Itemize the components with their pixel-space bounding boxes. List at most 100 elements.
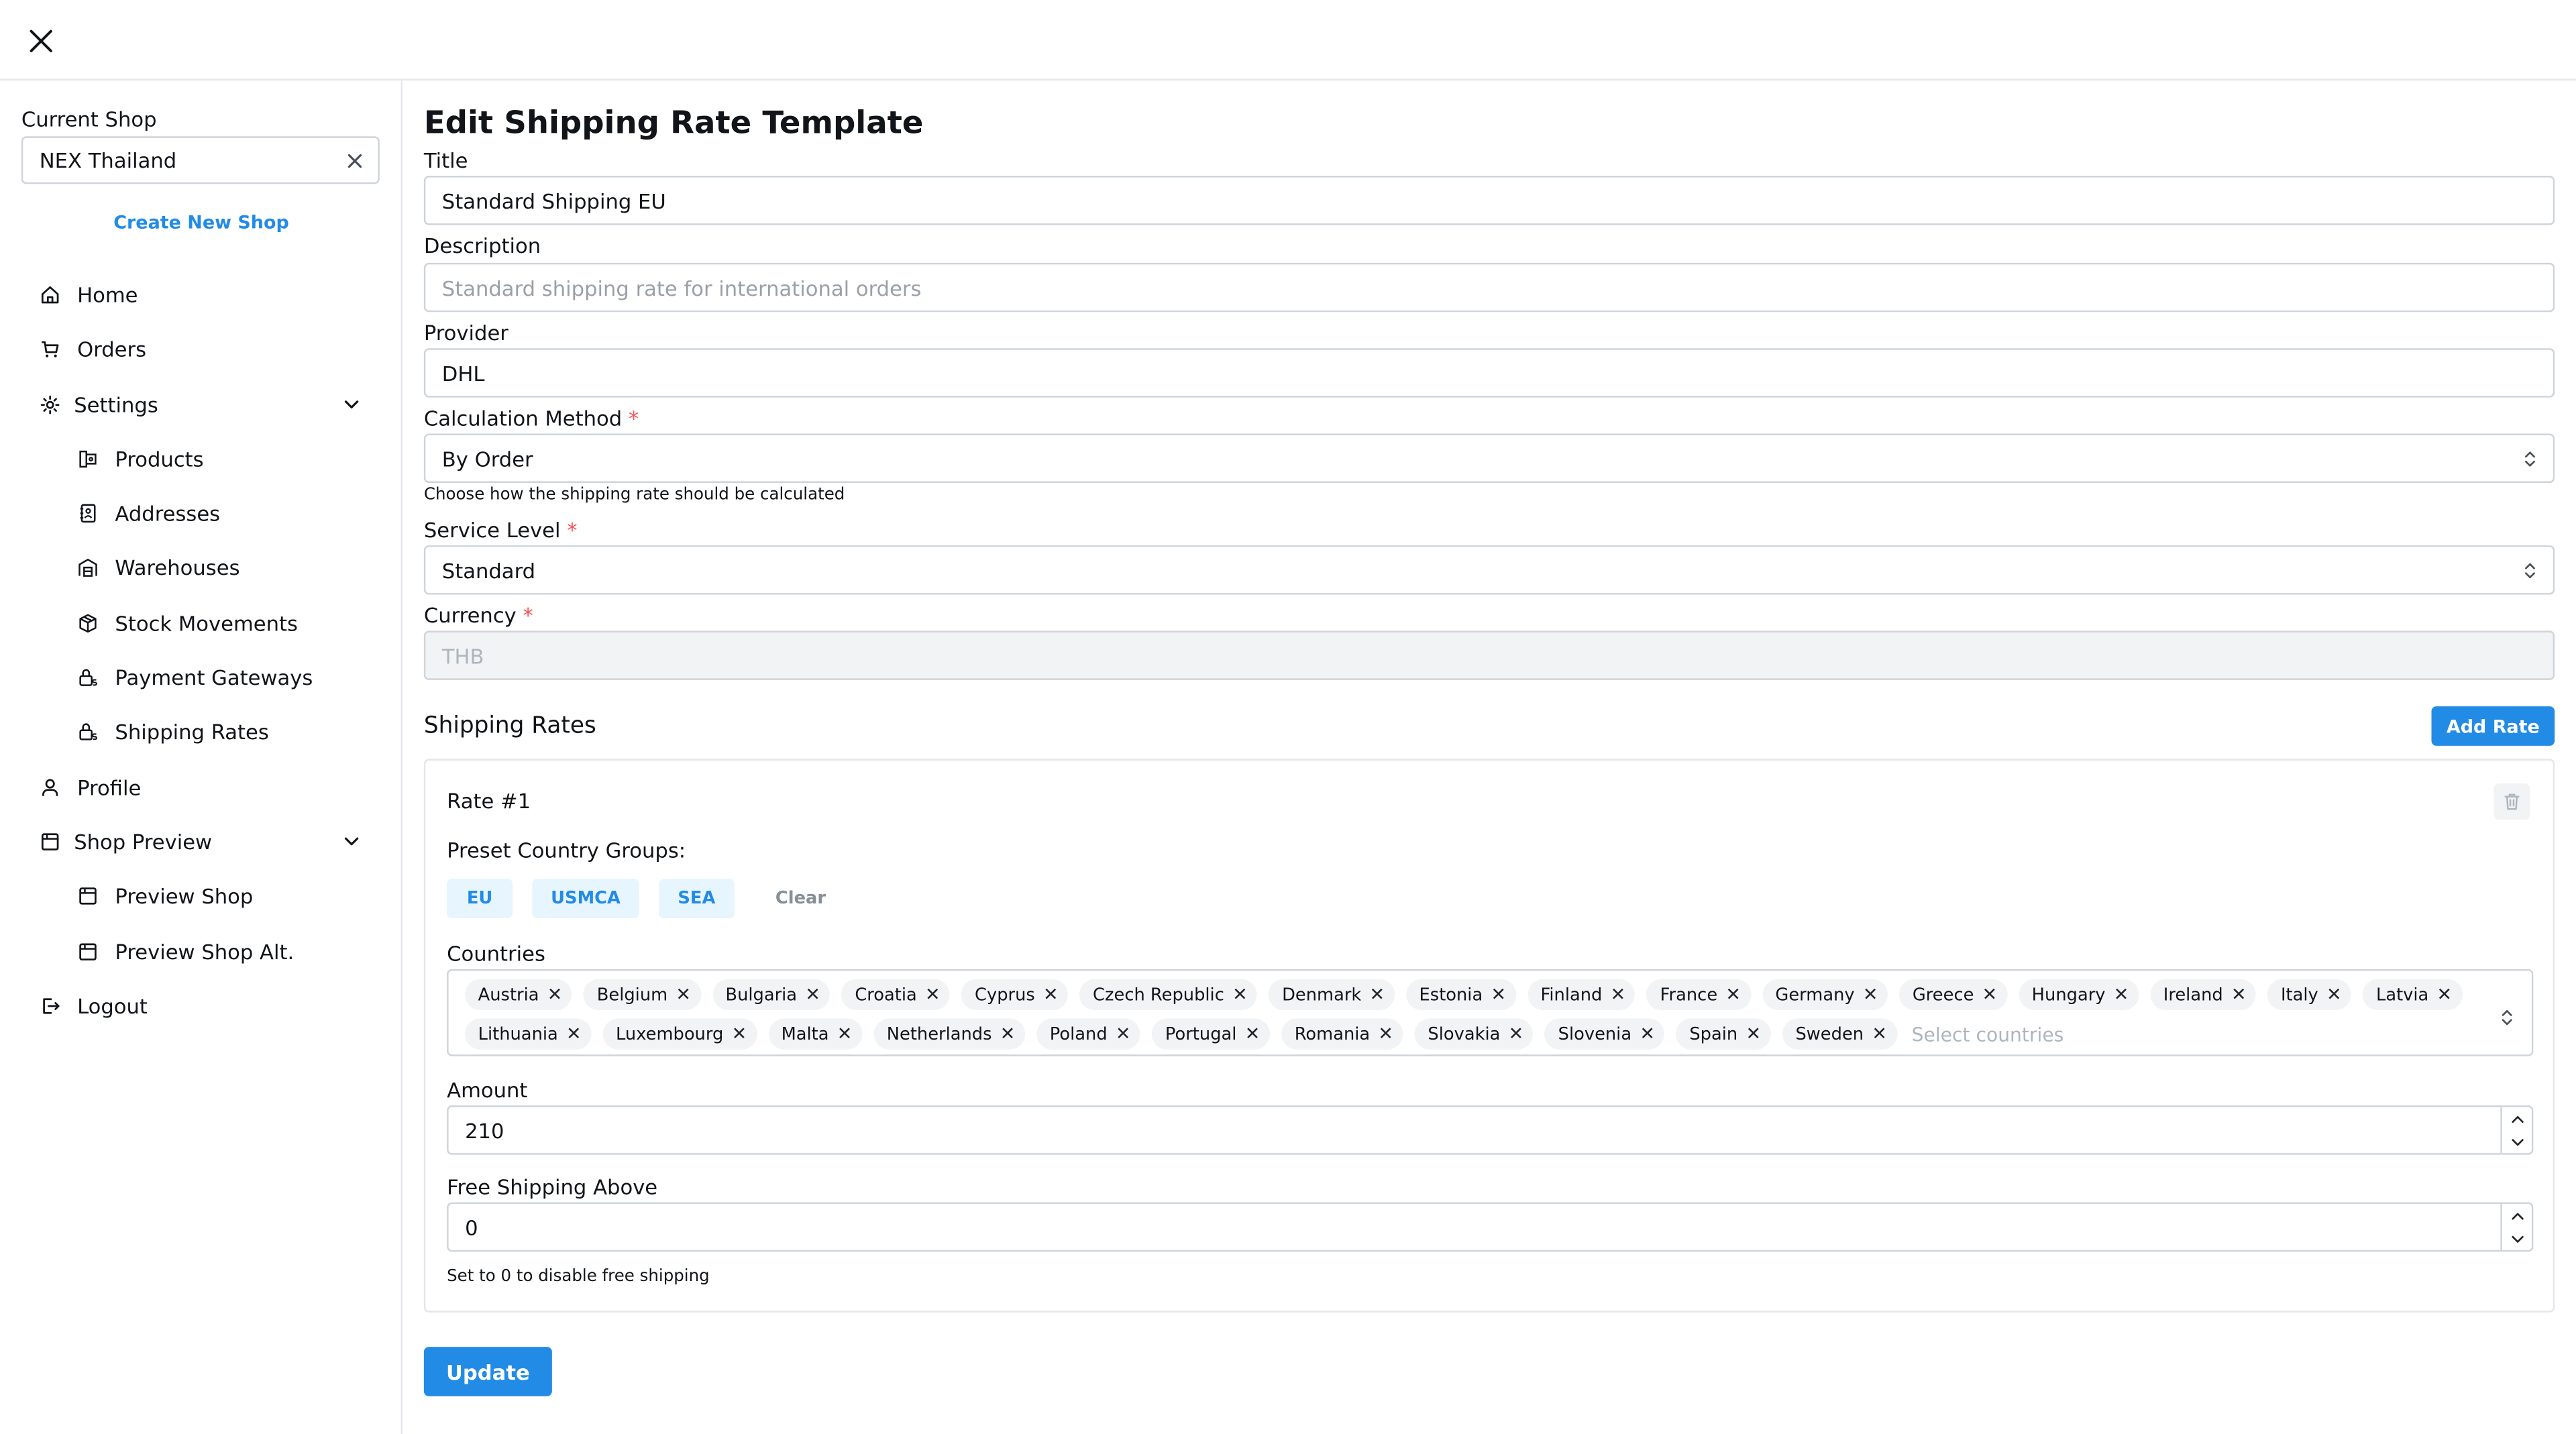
remove-country-icon[interactable]: ✕ bbox=[732, 1024, 747, 1045]
country-pill-label: Malta bbox=[781, 1024, 829, 1044]
remove-country-icon[interactable]: ✕ bbox=[676, 984, 691, 1005]
remove-country-icon[interactable]: ✕ bbox=[1232, 984, 1248, 1005]
remove-country-icon[interactable]: ✕ bbox=[1370, 984, 1385, 1005]
amount-input[interactable]: 210 bbox=[447, 1105, 2534, 1155]
country-pill-label: Hungary bbox=[2031, 985, 2106, 1005]
rate-card: Rate #1 Preset Country Groups: EU USMCA … bbox=[423, 759, 2555, 1313]
page-title: Edit Shipping Rate Template bbox=[423, 105, 924, 142]
remove-country-icon[interactable]: ✕ bbox=[1043, 984, 1059, 1005]
nav-profile[interactable]: Profile bbox=[38, 764, 141, 810]
provider-input[interactable]: DHL bbox=[423, 348, 2555, 398]
increment-icon[interactable] bbox=[2502, 1204, 2534, 1227]
country-pills: Austria ✕ Belgium ✕ Bulgaria ✕ Croatia ✕ Cyprus ✕… bbox=[465, 979, 2477, 1050]
selector-icon bbox=[2499, 1003, 2515, 1026]
remove-country-icon[interactable]: ✕ bbox=[2114, 984, 2129, 1005]
remove-country-icon[interactable]: ✕ bbox=[1378, 1024, 1393, 1045]
country-pill-label: Austria bbox=[478, 985, 539, 1005]
country-pill: Ireland ✕ bbox=[2150, 979, 2257, 1011]
decrement-icon[interactable] bbox=[2502, 1227, 2534, 1250]
nav-profile-label: Profile bbox=[77, 774, 142, 799]
title-input[interactable]: Standard Shipping EU bbox=[423, 176, 2555, 225]
cart-icon bbox=[38, 337, 60, 360]
nav-orders[interactable]: Orders bbox=[38, 325, 146, 372]
remove-country-icon[interactable]: ✕ bbox=[1611, 984, 1626, 1005]
delete-rate-button[interactable] bbox=[2493, 783, 2530, 820]
country-pill: Spain ✕ bbox=[1676, 1018, 1771, 1050]
clear-shop-icon[interactable] bbox=[345, 151, 364, 170]
decrement-icon[interactable] bbox=[2502, 1130, 2534, 1153]
remove-country-icon[interactable]: ✕ bbox=[1000, 1024, 1016, 1045]
chevron-down-icon[interactable] bbox=[340, 830, 363, 852]
country-pill: Bulgaria ✕ bbox=[712, 979, 830, 1011]
remove-country-icon[interactable]: ✕ bbox=[805, 984, 820, 1005]
nav-stock-movements[interactable]: Stock Movements bbox=[76, 600, 298, 646]
country-pill-label: Ireland bbox=[2163, 985, 2223, 1005]
nav-logout[interactable]: Logout bbox=[38, 983, 148, 1029]
current-shop-label: Current Shop bbox=[21, 107, 157, 131]
browser-icon bbox=[76, 884, 99, 907]
remove-country-icon[interactable]: ✕ bbox=[1640, 1024, 1655, 1045]
country-pill-label: Denmark bbox=[1282, 985, 1362, 1005]
remove-country-icon[interactable]: ✕ bbox=[1509, 1024, 1524, 1045]
countries-search-input[interactable]: Select countries bbox=[1909, 1018, 2064, 1050]
calculation-method-select[interactable]: By Order bbox=[423, 433, 2555, 484]
preset-eu-button[interactable]: EU bbox=[447, 879, 513, 918]
rate-title: Rate #1 bbox=[447, 788, 531, 814]
remove-country-icon[interactable]: ✕ bbox=[1491, 984, 1506, 1005]
nav-products-label: Products bbox=[115, 445, 204, 471]
create-new-shop-link[interactable]: Create New Shop bbox=[0, 212, 402, 233]
remove-country-icon[interactable]: ✕ bbox=[547, 984, 563, 1005]
nav-warehouses[interactable]: Warehouses bbox=[76, 544, 240, 590]
nav-shop-preview[interactable]: Shop Preview bbox=[38, 818, 363, 865]
chevron-down-icon[interactable] bbox=[340, 392, 363, 415]
remove-country-icon[interactable]: ✕ bbox=[2231, 984, 2247, 1005]
preset-usmca-button[interactable]: USMCA bbox=[532, 879, 639, 918]
nav-addresses-label: Addresses bbox=[115, 500, 221, 525]
remove-country-icon[interactable]: ✕ bbox=[2326, 984, 2342, 1005]
remove-country-icon[interactable]: ✕ bbox=[925, 984, 941, 1005]
country-pill: Greece ✕ bbox=[1899, 979, 2007, 1011]
nav-shipping-rates[interactable]: Shipping Rates bbox=[76, 708, 269, 755]
preset-sea-button[interactable]: SEA bbox=[659, 879, 735, 918]
remove-country-icon[interactable]: ✕ bbox=[566, 1024, 582, 1045]
current-shop-select[interactable]: NEX Thailand bbox=[21, 136, 380, 184]
title-label: Title bbox=[423, 148, 468, 173]
country-pill: Italy ✕ bbox=[2267, 979, 2352, 1011]
remove-country-icon[interactable]: ✕ bbox=[1982, 984, 1998, 1005]
remove-country-icon[interactable]: ✕ bbox=[1116, 1024, 1131, 1045]
remove-country-icon[interactable]: ✕ bbox=[1746, 1024, 1761, 1045]
close-icon[interactable] bbox=[23, 23, 59, 59]
nav-home[interactable]: Home bbox=[38, 271, 138, 317]
free-shipping-input[interactable]: 0 bbox=[447, 1202, 2534, 1252]
nav-preview-shop[interactable]: Preview Shop bbox=[76, 872, 253, 918]
currency-label-text: Currency bbox=[423, 602, 517, 628]
add-rate-button[interactable]: Add Rate bbox=[2431, 706, 2555, 746]
nav-preview-shop-alt[interactable]: Preview Shop Alt. bbox=[76, 928, 294, 975]
countries-multiselect[interactable]: Austria ✕ Belgium ✕ Bulgaria ✕ Croatia ✕ Cyprus ✕… bbox=[447, 969, 2534, 1056]
nav-settings[interactable]: Settings bbox=[38, 381, 363, 427]
preset-clear-button[interactable]: Clear bbox=[775, 879, 826, 918]
required-asterisk: * bbox=[523, 602, 533, 628]
current-shop-value: NEX Thailand bbox=[39, 148, 177, 173]
country-pill-label: Slovakia bbox=[1428, 1024, 1501, 1044]
nav-addresses[interactable]: Addresses bbox=[76, 490, 220, 536]
remove-country-icon[interactable]: ✕ bbox=[2437, 984, 2453, 1005]
country-pill-label: Lithuania bbox=[478, 1024, 558, 1044]
country-pill-label: Bulgaria bbox=[725, 985, 798, 1005]
user-icon bbox=[38, 775, 60, 798]
nav-payment-gateways[interactable]: Payment Gateways bbox=[76, 654, 313, 700]
app-root: Current Shop NEX Thailand Create New Sho… bbox=[0, 0, 2576, 1434]
remove-country-icon[interactable]: ✕ bbox=[1872, 1024, 1887, 1045]
nav-products[interactable]: Products bbox=[76, 435, 204, 482]
remove-country-icon[interactable]: ✕ bbox=[1863, 984, 1878, 1005]
remove-country-icon[interactable]: ✕ bbox=[1245, 1024, 1260, 1045]
country-pill-label: Italy bbox=[2280, 985, 2318, 1005]
remove-country-icon[interactable]: ✕ bbox=[1725, 984, 1741, 1005]
increment-icon[interactable] bbox=[2502, 1107, 2534, 1130]
description-input[interactable]: Standard shipping rate for international… bbox=[423, 262, 2555, 313]
update-button[interactable]: Update bbox=[423, 1347, 552, 1396]
browser-icon bbox=[76, 940, 99, 962]
address-book-icon bbox=[76, 501, 99, 524]
service-level-select[interactable]: Standard bbox=[423, 545, 2555, 595]
remove-country-icon[interactable]: ✕ bbox=[837, 1024, 853, 1045]
